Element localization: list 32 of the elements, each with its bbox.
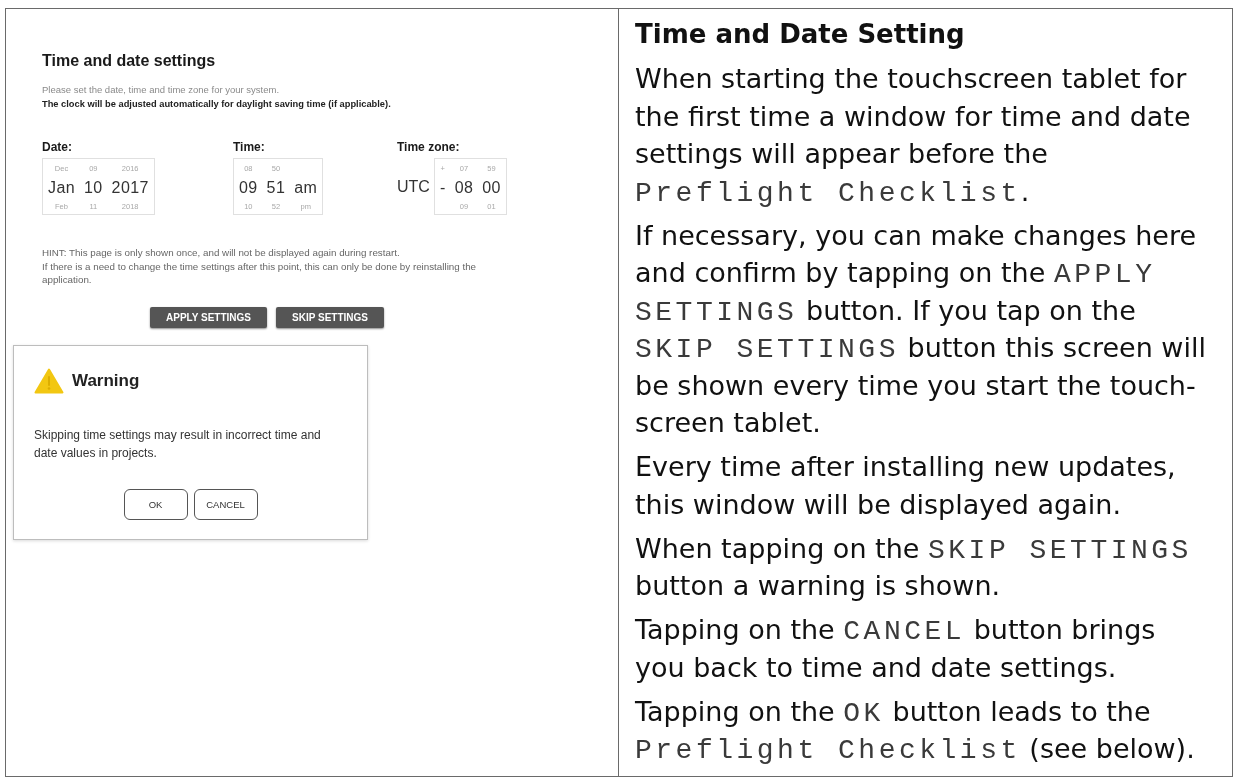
picker-value[interactable]: 00 [482, 178, 501, 197]
timezone-prefix: UTC [397, 177, 430, 196]
settings-button[interactable]: SKIP SETTINGS [276, 306, 384, 328]
picker-value[interactable]: am [294, 178, 318, 197]
paragraph: When tapping on the SKIP SETTINGS button a warning is shown. [635, 531, 1193, 603]
picker-value[interactable]: Jan [48, 178, 75, 197]
paragraph: Every time after installing new updates, this window will be displayed again. [635, 450, 1177, 522]
paragraph: If necessary, you can make changes here and confirm by tapping on the APPLY SETTINGS button. If you tap on the SKIP SETTINGS button this screen will be shown every time you start the touch-screen tablet. [635, 218, 1207, 440]
picker-value[interactable]: - [439, 178, 446, 197]
dialog-button[interactable]: OK [123, 488, 188, 520]
paragraph: When starting the touchscreen tablet for the first time a window for time and date settings will appear before the Preflight Checklist. [635, 62, 1192, 210]
settings-button[interactable]: APPLY SETTINGS [150, 306, 268, 328]
section-title: Time and Date Setting [635, 18, 966, 51]
screen-title: Time and date settings [42, 51, 217, 71]
paragraph: Tapping on the CANCEL button brings you back to time and date settings. [635, 613, 1157, 685]
warning-icon [34, 367, 64, 394]
hint-text: HINT: This page is only shown once, and will not be displayed again during restart. [42, 246, 401, 260]
dialog-button[interactable]: CANCEL [193, 488, 258, 520]
picker-label: Date: [42, 140, 73, 154]
intro-text: Please set the date, time and time zone for your system. [42, 84, 281, 95]
picker-value[interactable]: 10 [84, 178, 103, 197]
hint-text: If there is a need to change the time settings after this point, this can only be done by reinstalling the application. [42, 259, 478, 287]
picker-label: Time: [233, 140, 266, 154]
dialog-message: Skipping time settings may result in incorrect time and date values in projects. [34, 426, 322, 462]
picker-label: Time zone: [397, 140, 461, 154]
picker-value[interactable]: 51 [266, 178, 286, 197]
paragraph: Tapping on the OK button leads to the Preflight Checklist (see below). [635, 694, 1196, 768]
picker-value[interactable]: 2017 [111, 178, 149, 197]
note-text: The clock will be adjusted automatically for daylight saving time (if applicable). [42, 98, 392, 110]
picker-value[interactable]: 09 [239, 178, 258, 197]
picker-value[interactable]: 08 [454, 178, 474, 197]
dialog-title: Warning [72, 370, 140, 391]
